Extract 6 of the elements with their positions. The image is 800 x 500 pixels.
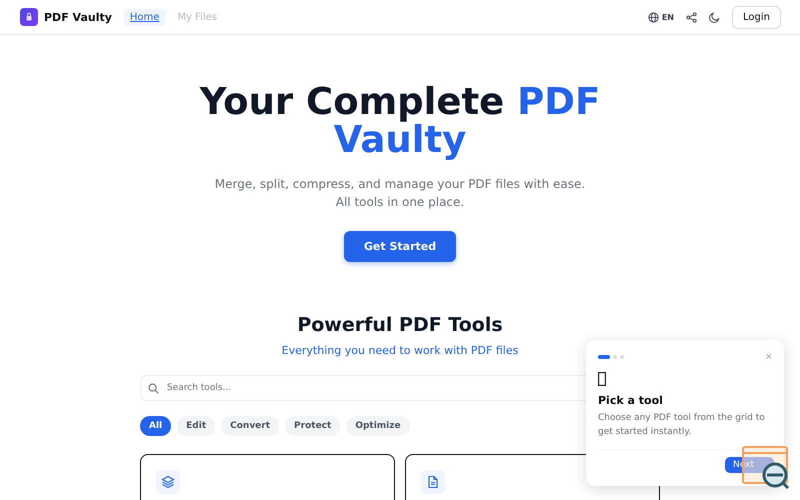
section-title: Powerful PDF Tools — [296, 314, 504, 336]
hero-subtitle: Merge, split, compress, and manage your PDF files with ease. All tools in one place. — [214, 176, 586, 211]
hero-title: Your Complete PDF Vaulty — [198, 83, 602, 159]
brand-name: PDF Vaulty — [44, 10, 112, 24]
tour-text: Choose any PDF tool from the grid to get started instantly. — [598, 412, 766, 439]
section-subtitle: Everything you need to work with PDF files — [280, 344, 520, 357]
